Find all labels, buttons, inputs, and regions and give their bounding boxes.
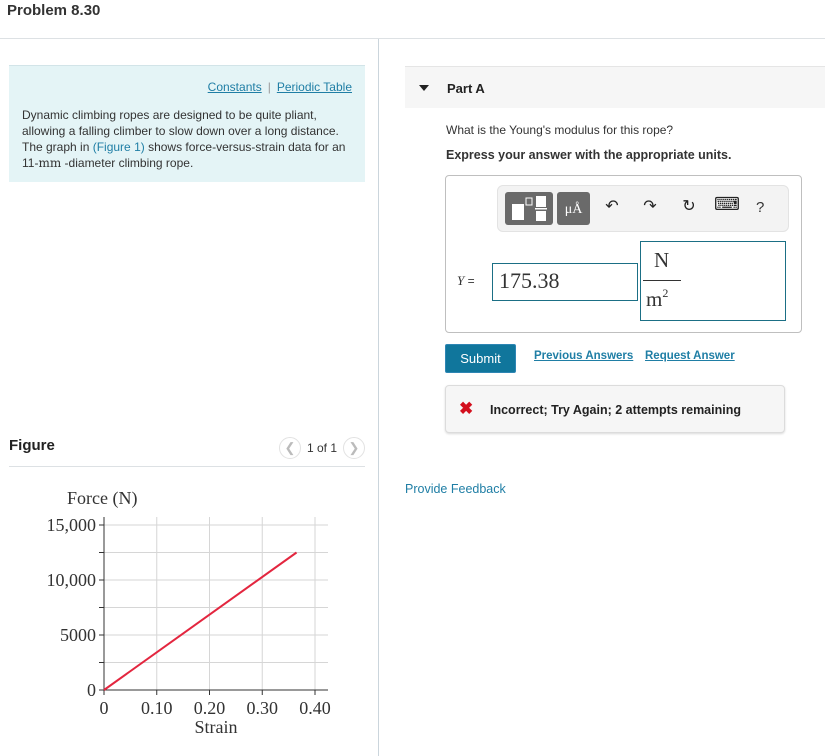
fraction-bar — [643, 280, 681, 281]
problem-statement: Dynamic climbing ropes are designed to b… — [22, 107, 357, 171]
unit-mm: mm — [38, 156, 62, 170]
prev-figure-button[interactable]: ❮ — [278, 437, 301, 459]
force-strain-line — [103, 551, 298, 691]
templates-button[interactable] — [505, 192, 553, 225]
resource-links: Constants | Periodic Table — [208, 80, 352, 94]
constants-link[interactable]: Constants — [208, 80, 262, 94]
problem-intro-panel: Constants | Periodic Table Dynamic climbin… — [9, 65, 365, 182]
answer-variable-label: Y = — [457, 273, 475, 289]
chevron-left-icon: ❮ — [284, 440, 296, 455]
keyboard-icon[interactable]: ⌨ — [714, 194, 740, 215]
figure-title: Figure — [9, 437, 55, 454]
x-tick-label: 0 — [100, 698, 109, 718]
unit-denominator-base: m — [646, 287, 663, 311]
part-label: Part A — [447, 81, 485, 96]
periodic-table-link[interactable]: Periodic Table — [277, 80, 352, 94]
feedback-text: Incorrect; Try Again; 2 attempts remaini… — [490, 403, 741, 417]
reset-icon[interactable]: ↻ — [679, 196, 699, 216]
figure-pager: ❮ 1 of 1 ❯ — [278, 437, 365, 459]
y-tick-label: 10,000 — [47, 570, 97, 590]
unit-numerator: N — [654, 248, 670, 272]
unit-exponent: 2 — [662, 286, 669, 300]
collapse-caret-icon[interactable] — [419, 85, 429, 91]
y-tick-label: 15,000 — [47, 515, 97, 535]
instruction-text: Express your answer with the appropriate… — [446, 148, 732, 162]
y-axis-label: Force (N) — [67, 488, 137, 509]
incorrect-x-icon: ✖ — [459, 399, 474, 418]
statement-text: -diameter climbing rope. — [61, 156, 194, 170]
templates-icon — [512, 196, 547, 221]
figure-link[interactable]: (Figure 1) — [93, 140, 145, 154]
equals-sign: = — [467, 274, 475, 288]
previous-answers-link[interactable]: Previous Answers — [534, 350, 633, 362]
answer-units-input[interactable]: N m2 — [640, 241, 786, 321]
x-tick-label: 0.40 — [299, 698, 331, 718]
x-tick-label: 0.20 — [194, 698, 226, 718]
force-strain-chart: 0 5000 10,000 15,000 0 0.10 0.20 0.30 0.40 Force… — [47, 488, 331, 737]
header-divider — [0, 38, 825, 39]
provide-feedback-link[interactable]: Provide Feedback — [405, 482, 506, 496]
x-axis-label: Strain — [195, 717, 238, 737]
y-tick-label: 0 — [87, 680, 96, 700]
link-separator: | — [267, 80, 271, 94]
math-toolbar: μÅ ↶ ↷ ↻ ⌨ ? — [497, 185, 789, 232]
redo-icon[interactable]: ↷ — [640, 196, 660, 216]
units-button[interactable]: μÅ — [557, 192, 590, 225]
next-figure-button[interactable]: ❯ — [343, 437, 365, 459]
page-title: Problem 8.30 — [7, 2, 101, 19]
x-tick-label: 0.10 — [141, 698, 173, 718]
part-a-header[interactable]: Part A — [405, 66, 825, 108]
chevron-right-icon: ❯ — [348, 440, 360, 455]
undo-icon[interactable]: ↶ — [602, 196, 622, 216]
figure-page-label: 1 of 1 — [306, 441, 337, 455]
help-button[interactable]: ? — [756, 199, 764, 216]
request-answer-link[interactable]: Request Answer — [645, 350, 735, 362]
column-divider — [378, 39, 379, 756]
variable-symbol: Y — [457, 273, 465, 288]
y-tick-label: 5000 — [60, 625, 96, 645]
feedback-message-box: ✖ Incorrect; Try Again; 2 attempts remai… — [445, 385, 785, 433]
answer-value-input[interactable]: 175.38 — [492, 263, 638, 301]
x-tick-label: 0.30 — [247, 698, 279, 718]
unit-denominator: m2 — [646, 286, 668, 312]
figure-header: Figure ❮ 1 of 1 ❯ — [9, 437, 365, 467]
submit-button[interactable]: Submit — [445, 344, 516, 373]
question-text: What is the Young's modulus for this rop… — [446, 123, 674, 137]
